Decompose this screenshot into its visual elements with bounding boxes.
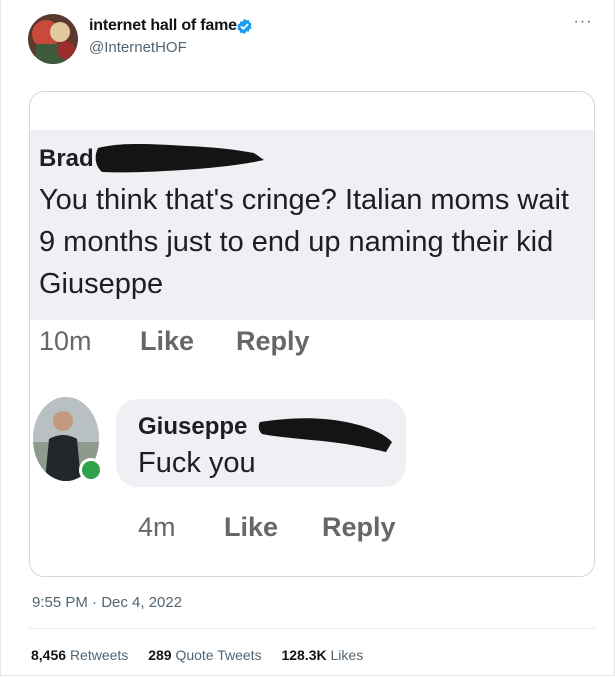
online-status-icon [79, 458, 103, 482]
author-name[interactable]: internet hall of fame [89, 17, 237, 35]
author-handle[interactable]: @InternetHOF [89, 39, 187, 56]
tweet-card: internet hall of fame @InternetHOF ··· B… [0, 0, 615, 676]
tweet-stats: 8,456 Retweets 289 Quote Tweets 128.3K L… [31, 647, 379, 663]
tweet-timestamp[interactable]: 9:55 PM · Dec 4, 2022 [32, 594, 182, 611]
reply-button: Reply [236, 326, 310, 356]
likes-stat[interactable]: 128.3K Likes [281, 647, 363, 663]
comment-time: 4m [138, 512, 176, 542]
comment-author: Giuseppe [138, 413, 248, 440]
retweets-count: 8,456 [31, 647, 67, 663]
comment-text: Fuck you [138, 447, 256, 479]
comment-actions: 10m Like Reply [30, 320, 594, 368]
retweets-label: Retweets [69, 647, 129, 663]
comment-text: You think that's cringe? Italian moms wa… [39, 184, 569, 300]
likes-label: Likes [330, 647, 364, 663]
more-options-icon[interactable]: ··· [570, 14, 596, 32]
comment-time: 10m [39, 326, 92, 356]
tweet-media-image[interactable]: Brad You think that's cringe? Italian mo… [29, 91, 595, 577]
redaction-scribble [95, 144, 265, 173]
redaction-scribble [258, 418, 392, 452]
quotes-count: 289 [148, 647, 172, 663]
comment-brad: Brad You think that's cringe? Italian mo… [30, 130, 594, 320]
like-button: Like [224, 512, 279, 542]
comment-author: Brad [39, 145, 94, 172]
author-avatar[interactable] [28, 14, 78, 64]
quote-tweets-stat[interactable]: 289 Quote Tweets [148, 647, 261, 663]
reply-button: Reply [322, 512, 396, 542]
comment-giuseppe: Giuseppe Fuck you [116, 399, 406, 487]
like-button: Like [140, 326, 195, 356]
likes-count: 128.3K [281, 647, 327, 663]
retweets-stat[interactable]: 8,456 Retweets [31, 647, 128, 663]
divider [29, 628, 595, 629]
quotes-label: Quote Tweets [175, 647, 262, 663]
verified-badge-icon [237, 18, 252, 35]
